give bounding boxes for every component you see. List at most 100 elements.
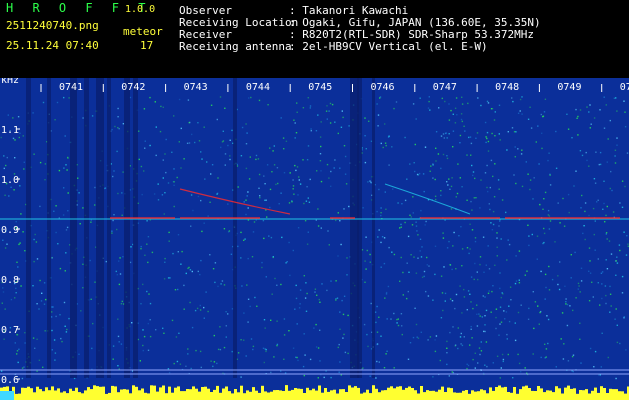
noise-dot bbox=[319, 160, 322, 162]
noise-dot bbox=[577, 134, 579, 136]
noise-dot bbox=[577, 288, 579, 290]
noise-dot bbox=[197, 122, 199, 124]
noise-dot bbox=[142, 283, 144, 286]
noise-dot bbox=[594, 350, 597, 353]
noise-dot bbox=[446, 155, 448, 157]
noise-dot bbox=[155, 126, 157, 128]
noise-dot bbox=[578, 285, 580, 287]
noise-dot bbox=[498, 133, 500, 135]
noise-dot bbox=[396, 318, 398, 321]
noise-dot bbox=[317, 114, 319, 116]
noise-dot bbox=[498, 188, 500, 190]
noise-dot bbox=[499, 306, 502, 308]
noise-dot bbox=[579, 291, 581, 293]
noise-dot bbox=[149, 96, 151, 99]
noise-dot bbox=[20, 213, 22, 215]
noise-dot bbox=[541, 132, 543, 134]
noise-dot bbox=[338, 371, 340, 373]
noise-dot bbox=[409, 214, 411, 216]
noise-dot bbox=[188, 142, 191, 144]
noise-dot bbox=[13, 189, 15, 191]
noise-dot bbox=[521, 149, 523, 151]
noise-dot bbox=[203, 317, 205, 319]
baseline-bar bbox=[150, 385, 153, 400]
noise-dot bbox=[67, 192, 69, 194]
noise-dot bbox=[198, 140, 201, 142]
noise-dot bbox=[154, 101, 156, 103]
noise-dot bbox=[299, 289, 302, 291]
noise-dot bbox=[32, 337, 35, 339]
noise-dot bbox=[589, 347, 592, 350]
noise-dot bbox=[496, 232, 498, 234]
noise-dot bbox=[112, 358, 114, 360]
noise-dot bbox=[450, 109, 452, 112]
noise-dot bbox=[443, 137, 445, 139]
noise-dot bbox=[474, 367, 476, 369]
noise-dot bbox=[147, 322, 149, 325]
noise-dot bbox=[105, 260, 107, 263]
noise-dot bbox=[116, 228, 118, 231]
noise-dot bbox=[252, 345, 255, 348]
noise-dot bbox=[414, 307, 416, 309]
noise-dot bbox=[213, 334, 215, 337]
noise-dot bbox=[163, 213, 165, 215]
noise-dot bbox=[423, 190, 425, 193]
noise-dot bbox=[521, 113, 523, 115]
noise-dot bbox=[580, 362, 582, 364]
noise-dot bbox=[471, 164, 473, 167]
noise-dot bbox=[173, 205, 175, 208]
noise-dot bbox=[606, 268, 609, 270]
noise-dot bbox=[380, 214, 382, 217]
noise-dot bbox=[557, 283, 559, 286]
noise-dot bbox=[320, 170, 322, 172]
noise-dot bbox=[183, 158, 185, 160]
baseline-bar bbox=[51, 386, 54, 400]
noise-dot bbox=[491, 229, 494, 231]
noise-dot bbox=[524, 274, 526, 276]
noise-dot bbox=[163, 332, 165, 334]
noise-dot bbox=[378, 316, 380, 318]
noise-dot bbox=[191, 270, 193, 273]
noise-dot bbox=[529, 106, 531, 108]
noise-dot bbox=[78, 192, 80, 194]
noise-dot bbox=[446, 352, 448, 354]
noise-dot bbox=[57, 243, 59, 245]
baseline-bar bbox=[384, 390, 387, 400]
noise-dot bbox=[336, 297, 339, 299]
noise-dot bbox=[500, 321, 503, 323]
noise-dot bbox=[174, 289, 177, 291]
noise-dot bbox=[53, 339, 56, 341]
noise-dot bbox=[520, 304, 522, 306]
noise-dot bbox=[94, 186, 96, 189]
baseline-bar bbox=[477, 391, 480, 400]
noise-dot bbox=[590, 123, 592, 125]
noise-dot bbox=[335, 298, 337, 300]
baseline-bar bbox=[510, 392, 513, 400]
noise-dot bbox=[482, 236, 485, 238]
noise-dot bbox=[271, 171, 273, 173]
noise-dot bbox=[393, 312, 395, 315]
baseline-bar bbox=[168, 386, 171, 400]
noise-dot bbox=[120, 343, 123, 345]
noise-dot bbox=[253, 221, 256, 223]
noise-dot bbox=[414, 170, 416, 173]
noise-dot bbox=[295, 169, 297, 172]
noise-dot bbox=[164, 192, 166, 194]
noise-dot bbox=[55, 315, 57, 318]
noise-dot bbox=[77, 177, 79, 179]
baseline-bar bbox=[300, 388, 303, 400]
noise-dot bbox=[131, 322, 133, 324]
baseline-bar bbox=[153, 385, 156, 400]
noise-dot bbox=[420, 209, 422, 212]
noise-dot bbox=[409, 163, 411, 165]
noise-dot bbox=[488, 203, 490, 205]
baseline-bar bbox=[378, 392, 381, 400]
noise-dot bbox=[594, 249, 596, 251]
noise-dot bbox=[147, 349, 150, 351]
noise-dot bbox=[450, 208, 453, 210]
noise-dot bbox=[263, 319, 266, 321]
noise-dot bbox=[163, 278, 166, 280]
noise-dot bbox=[486, 365, 488, 368]
noise-dot bbox=[68, 317, 70, 320]
baseline-bar bbox=[453, 392, 456, 400]
